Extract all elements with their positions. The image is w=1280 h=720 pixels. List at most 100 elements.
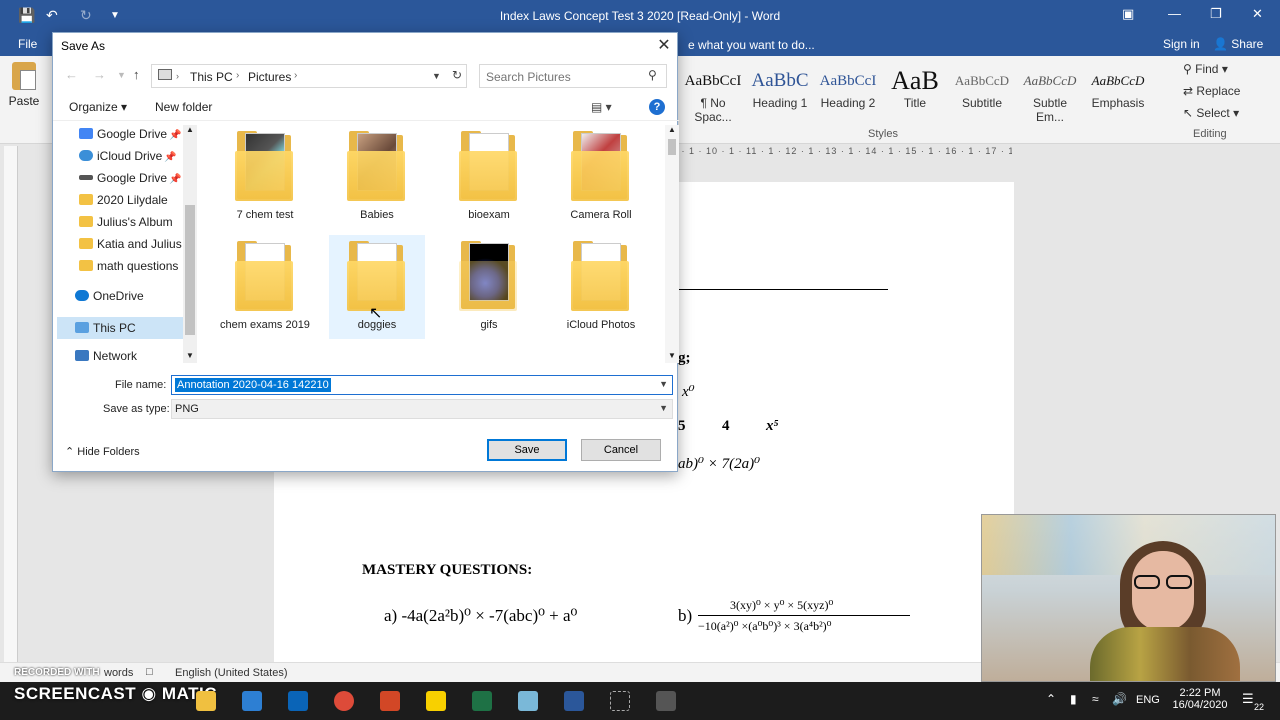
word-count[interactable]: words xyxy=(104,667,133,679)
organize-button[interactable]: Organize ▾ xyxy=(69,100,127,114)
search-input[interactable] xyxy=(486,68,636,85)
refresh-icon[interactable]: ↻ xyxy=(452,68,462,82)
nav-item-math-questions[interactable]: math questions xyxy=(79,259,178,279)
style-no-spacing[interactable]: AaBbCcI ¶ No Spac... xyxy=(682,66,744,126)
save-button[interactable]: Save xyxy=(487,439,567,461)
file-list-scrollbar[interactable]: ▲ ▼ xyxy=(665,125,679,363)
share-button[interactable]: 👤 Share xyxy=(1213,37,1263,51)
view-options-icon[interactable]: ▤ ▾ xyxy=(591,100,612,114)
cancel-button[interactable]: Cancel xyxy=(581,439,661,461)
replace-button[interactable]: ⇄ Replace xyxy=(1183,84,1240,98)
network-icon xyxy=(75,350,89,361)
vertical-ruler xyxy=(4,146,18,666)
minimize-button[interactable]: — xyxy=(1168,6,1181,21)
nav-item-google-drive[interactable]: Google Drive 📌 xyxy=(79,127,181,147)
maximize-button[interactable]: ❐ xyxy=(1210,6,1222,22)
new-folder-button[interactable]: New folder xyxy=(155,100,212,114)
select-button[interactable]: ↖ Select ▾ xyxy=(1183,106,1239,120)
file-explorer-icon[interactable] xyxy=(196,691,216,711)
nav-item-google-drive-2[interactable]: Google Drive 📌 xyxy=(79,171,181,191)
file-scroll-thumb[interactable] xyxy=(668,139,676,155)
address-dropdown-icon[interactable]: ▼ xyxy=(432,71,441,81)
nav-item-icloud-drive[interactable]: iCloud Drive 📌 xyxy=(79,149,177,169)
nav-item-network[interactable]: Network xyxy=(75,349,137,369)
nav-scroll-thumb[interactable] xyxy=(185,205,195,335)
screencast-app-icon[interactable] xyxy=(656,691,676,711)
proofing-icon[interactable]: □ xyxy=(146,666,153,678)
tray-chevron-icon[interactable]: ⌃ xyxy=(1046,692,1056,706)
language-indicator[interactable]: ENG xyxy=(1136,694,1160,706)
word-icon[interactable] xyxy=(564,691,584,711)
back-arrow-icon[interactable]: ← xyxy=(65,67,78,82)
folder-doggies[interactable]: doggies xyxy=(329,235,425,339)
file-tab[interactable]: File xyxy=(18,37,37,51)
find-button[interactable]: ⚲ Find ▾ xyxy=(1183,62,1228,76)
search-icon[interactable]: ⚲ xyxy=(648,68,657,82)
outlook-icon[interactable] xyxy=(288,691,308,711)
style-subtle-emphasis[interactable]: AaBbCcD Subtle Em... xyxy=(1018,66,1082,126)
notifications-icon[interactable]: ☰ xyxy=(1242,691,1254,707)
style-title[interactable]: AaB Title xyxy=(884,66,946,126)
folder-icon xyxy=(79,216,93,227)
folder-camera-roll[interactable]: Camera Roll xyxy=(553,129,649,222)
folder-icon xyxy=(459,129,519,205)
paste-button[interactable]: Paste xyxy=(6,62,42,126)
nav-item-katia-and-julius[interactable]: Katia and Julius xyxy=(79,237,182,257)
help-icon[interactable]: ? xyxy=(649,99,665,115)
address-bar[interactable]: › This PC › Pictures › ▼ ↻ xyxy=(151,64,467,88)
language-status[interactable]: English (United States) xyxy=(175,667,288,679)
powerpoint-icon[interactable] xyxy=(380,691,400,711)
nav-pane-scrollbar[interactable]: ▲ ▼ xyxy=(183,125,197,363)
folder-bioexam[interactable]: bioexam xyxy=(441,129,537,222)
store-icon[interactable] xyxy=(242,691,262,711)
excel-icon[interactable] xyxy=(472,691,492,711)
folder-gifs[interactable]: gifs xyxy=(441,239,537,332)
folder-babies[interactable]: Babies xyxy=(329,129,425,222)
nav-item-this-pc[interactable]: This PC xyxy=(57,317,183,339)
nav-item-onedrive[interactable]: OneDrive xyxy=(75,289,144,309)
wifi-icon[interactable]: ≈ xyxy=(1092,692,1099,706)
dialog-toolbar: Organize ▾ New folder ▤ ▾ ? xyxy=(53,95,679,121)
scroll-down-icon[interactable]: ▼ xyxy=(668,351,676,360)
folder-7-chem-test[interactable]: 7 chem test xyxy=(217,129,313,222)
breadcrumb-pictures[interactable]: Pictures xyxy=(248,70,291,84)
scroll-down-icon[interactable]: ▼ xyxy=(186,351,194,360)
chevron-down-icon[interactable]: ▼ xyxy=(659,379,668,389)
snipping-tool-icon[interactable] xyxy=(610,691,630,711)
sign-in-link[interactable]: Sign in xyxy=(1163,37,1200,51)
paint-icon[interactable] xyxy=(518,691,538,711)
style-heading-1[interactable]: AaBbC Heading 1 xyxy=(748,66,812,126)
forward-arrow-icon[interactable]: → xyxy=(93,67,106,82)
nav-item-julius-album[interactable]: Julius's Album xyxy=(79,215,173,235)
folder-icon xyxy=(79,194,93,205)
folder-chem-exams-2019[interactable]: chem exams 2019 xyxy=(217,239,313,332)
style-subtitle[interactable]: AaBbCcD Subtitle xyxy=(950,66,1014,126)
style-heading-2[interactable]: AaBbCcI Heading 2 xyxy=(816,66,880,126)
recent-locations-icon[interactable]: ▼ xyxy=(117,70,126,80)
up-arrow-icon[interactable]: ↑ xyxy=(133,67,140,82)
nav-item-2020-lilydale[interactable]: 2020 Lilydale xyxy=(79,193,168,213)
dialog-title: Save As xyxy=(61,39,106,53)
close-button[interactable]: ✕ xyxy=(1252,6,1263,22)
scroll-up-icon[interactable]: ▲ xyxy=(186,125,194,134)
chrome-icon[interactable] xyxy=(334,691,354,711)
scroll-up-icon[interactable]: ▲ xyxy=(668,125,676,134)
hide-folders-button[interactable]: ⌃ Hide Folders xyxy=(65,445,140,458)
sticky-notes-icon[interactable] xyxy=(426,691,446,711)
breadcrumb-this-pc[interactable]: This PC xyxy=(190,70,233,84)
style-emphasis[interactable]: AaBbCcD Emphasis xyxy=(1086,66,1150,126)
folder-icloud-photos[interactable]: iCloud Photos xyxy=(553,239,649,332)
volume-icon[interactable]: 🔊 xyxy=(1112,692,1127,706)
folder-icon xyxy=(347,129,407,205)
clock[interactable]: 2:22 PM 16/04/2020 xyxy=(1170,687,1230,711)
dialog-close-button[interactable]: ✕ xyxy=(651,35,677,57)
file-name-value[interactable]: Annotation 2020-04-16 142210 xyxy=(175,378,331,392)
folder-icon xyxy=(235,239,295,315)
chevron-down-icon[interactable]: ▼ xyxy=(659,403,668,413)
save-type-select[interactable]: PNG ▼ xyxy=(171,399,673,419)
styles-group-label: Styles xyxy=(868,128,898,140)
battery-icon[interactable]: ▮ xyxy=(1070,692,1077,706)
ribbon-display-icon[interactable]: ▣ xyxy=(1122,6,1134,22)
folder-icon xyxy=(79,260,93,271)
tell-me-search[interactable]: e what you want to do... xyxy=(688,38,815,52)
